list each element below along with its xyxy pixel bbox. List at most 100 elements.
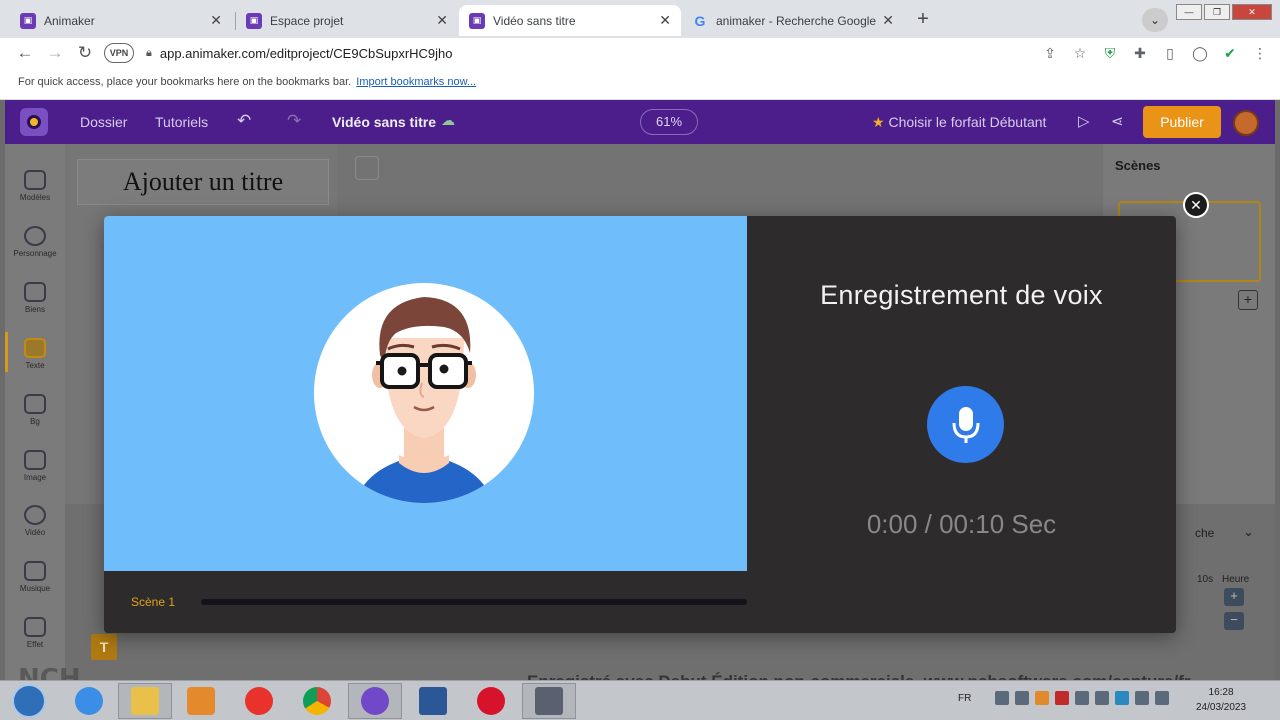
tab-close-icon[interactable]: ✕ (882, 12, 894, 29)
play-preview-icon[interactable]: ▷ (1078, 112, 1090, 130)
undo-icon[interactable]: ↶ (237, 111, 251, 131)
system-clock[interactable]: 16:28 24/03/2023 (1196, 685, 1246, 715)
rail-label: Personnage (13, 249, 57, 258)
close-window-icon[interactable]: ✕ (1232, 4, 1272, 20)
language-indicator[interactable]: FR (958, 693, 971, 704)
security-extension-icon[interactable]: ✔ (1220, 43, 1240, 63)
clock-date: 24/03/2023 (1196, 702, 1247, 713)
new-tab-button[interactable]: + (910, 9, 936, 31)
timeline-hour-label: Heure (1222, 574, 1250, 585)
choose-plan-link[interactable]: ★ Choisir le forfait Débutant (872, 114, 1046, 131)
rail-item-bg[interactable]: Bg (5, 394, 65, 426)
film-recorder-icon (535, 687, 563, 715)
tab-animaker[interactable]: ▣ Animaker ✕ (10, 5, 232, 36)
modal-close-button[interactable]: ✕ (1183, 192, 1209, 218)
rail-item-props[interactable]: Biens (5, 282, 65, 314)
vpn-badge[interactable]: VPN (104, 43, 134, 63)
props-cup-icon (24, 282, 46, 302)
share-icon[interactable]: ⇪ (1040, 43, 1060, 63)
rail-label: Modèles (19, 193, 51, 202)
canvas-grid-toggle[interactable] (355, 156, 379, 180)
tray-battery-icon[interactable] (1135, 691, 1150, 705)
forward-arrow-icon[interactable]: → (40, 43, 70, 63)
media-player-taskbar-button[interactable] (174, 683, 228, 719)
bookmark-star-icon[interactable]: ☆ (1070, 43, 1090, 63)
reload-icon[interactable]: ↻ (70, 43, 100, 63)
bookmarks-hint: For quick access, place your bookmarks h… (18, 76, 352, 88)
debut-recorder-taskbar-button[interactable] (522, 683, 576, 719)
rail-item-character[interactable]: Personnage (5, 226, 65, 258)
tray-update-icon[interactable] (1115, 691, 1130, 705)
address-bar[interactable]: app.animaker.com/editproject/CE9CbSupxrH… (160, 46, 453, 61)
record-mic-button[interactable] (927, 386, 1004, 463)
back-arrow-icon[interactable]: ← (10, 43, 40, 63)
add-title-card[interactable]: Ajouter un titre (77, 159, 329, 205)
media-player-icon (187, 687, 215, 715)
tab-close-icon[interactable]: ✕ (659, 12, 671, 29)
folder-menu[interactable]: Dossier (80, 114, 127, 130)
timeline-zoom-out-button[interactable]: − (1224, 612, 1244, 630)
animaker-favicon-icon: ▣ (20, 12, 36, 29)
timeline-zoom-in-button[interactable]: + (1224, 588, 1244, 606)
tab-search-chevron-icon[interactable]: ⌄ (1142, 8, 1168, 32)
tab-close-icon[interactable]: ✕ (436, 12, 448, 29)
clock-time: 16:28 (1208, 687, 1234, 698)
project-title[interactable]: Vidéo sans titre (332, 114, 436, 130)
vpn-app-taskbar-button[interactable] (348, 683, 402, 719)
rail-item-effect[interactable]: Effet (5, 617, 65, 649)
window-controls: — ❐ ✕ (1176, 4, 1272, 20)
tab-google-search[interactable]: G animaker - Recherche Google ✕ (682, 5, 904, 36)
redo-icon[interactable]: ↷ (287, 111, 301, 131)
chrome-icon (303, 687, 331, 715)
word-taskbar-button[interactable] (406, 683, 460, 719)
lock-icon[interactable]: 🔒︎ (146, 47, 152, 60)
windows-start-icon[interactable] (12, 684, 46, 718)
import-bookmarks-link[interactable]: Import bookmarks now... (356, 76, 476, 88)
rail-item-text[interactable]: Texte (5, 338, 65, 370)
shield-extension-icon[interactable]: ⛨ (1100, 43, 1120, 63)
side-panel-icon[interactable]: ▯ (1160, 43, 1180, 63)
timeline-10s-label: 10s (1197, 574, 1214, 585)
tray-speaker-icon[interactable] (1095, 691, 1110, 705)
rail-item-music[interactable]: Musique (5, 561, 65, 593)
publish-button[interactable]: Publier (1143, 106, 1221, 138)
internet-explorer-taskbar-button[interactable] (62, 683, 116, 719)
rail-item-video[interactable]: Vidéo (5, 505, 65, 537)
folder-icon (131, 687, 159, 715)
rail-label: Biens (24, 305, 45, 314)
file-explorer-taskbar-button[interactable] (118, 683, 172, 719)
tab-espace-projet[interactable]: ▣ Espace projet ✕ (236, 5, 458, 36)
tab-close-icon[interactable]: ✕ (210, 12, 222, 29)
yandex-icon (245, 687, 273, 715)
tray-recorder-icon[interactable] (1055, 691, 1070, 705)
rail-label: Vidéo (24, 528, 46, 537)
extensions-puzzle-icon[interactable]: ✚ (1130, 43, 1150, 63)
zoom-level-dropdown[interactable]: 61% (640, 109, 698, 135)
user-avatar[interactable] (1233, 110, 1259, 136)
browser-menu-icon[interactable]: ⋮ (1250, 43, 1270, 63)
tray-app-icon[interactable] (1035, 691, 1050, 705)
music-note-icon (24, 561, 46, 581)
text-track-block[interactable]: T (91, 634, 117, 660)
opera-taskbar-button[interactable] (464, 683, 518, 719)
tray-volume-icon[interactable] (1015, 691, 1030, 705)
rail-item-image[interactable]: Image (5, 450, 65, 482)
chrome-taskbar-button[interactable] (290, 683, 344, 719)
restore-icon[interactable]: ❐ (1204, 4, 1230, 20)
share-icon[interactable]: ⋖ (1111, 112, 1124, 130)
minimize-icon[interactable]: — (1176, 4, 1202, 20)
profile-icon[interactable]: ◯ (1190, 43, 1210, 63)
rail-item-models[interactable]: Modèles (5, 170, 65, 202)
tray-display-icon[interactable] (1155, 691, 1170, 705)
tutorials-menu[interactable]: Tutoriels (155, 114, 208, 130)
tray-flag-icon[interactable] (1075, 691, 1090, 705)
tray-network-icon[interactable] (995, 691, 1010, 705)
add-scene-button[interactable]: + (1238, 290, 1258, 310)
animaker-favicon-icon: ▣ (469, 12, 485, 29)
tab-video-sans-titre[interactable]: ▣ Vidéo sans titre ✕ (459, 5, 681, 36)
scene-progress-bar[interactable] (201, 599, 747, 605)
yandex-taskbar-button[interactable] (232, 683, 286, 719)
timeline-collapse-chevron-icon[interactable]: ⌄ (1243, 524, 1254, 540)
animaker-logo-icon[interactable] (20, 108, 48, 136)
tab-title: Animaker (44, 13, 95, 28)
